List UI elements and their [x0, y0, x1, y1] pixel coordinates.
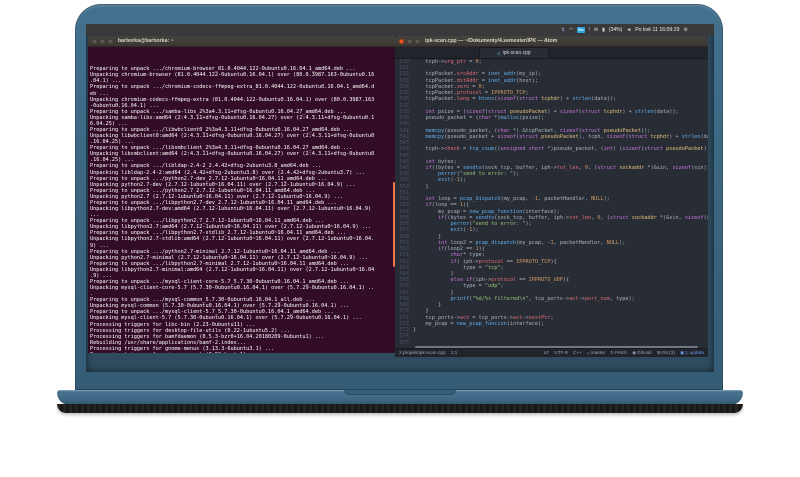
atom-status-bar: 2.projekt/ipk-scan.cpp 1:1 LF UTF-8 C++ ⑂ ma… [395, 348, 708, 357]
encoding-indicator[interactable]: UTF-8 [554, 351, 568, 356]
terminal-output-line: Unpacking libpython2.7-dev:amd64 (2.7.12… [90, 206, 372, 213]
terminal-output-line: Unpacking chromium-codecs-ffmpeg-extra (… [90, 96, 375, 103]
system-tray: ⇅ ◠ En! ✉ ▮ (34%) ◄ Po kvě 11 16:09:29 ⚙ [561, 27, 688, 33]
network-updown-icon[interactable]: ⇅ [561, 27, 565, 33]
atom-titlebar[interactable]: ipk-scan.cpp — ~/Dokumenty/4.semester/IP… [395, 36, 708, 47]
terminal-output-line: Processing triggers for mime-support (3.… [90, 352, 395, 353]
close-icon[interactable] [92, 38, 97, 44]
terminal-output-line: Unpacking libpython2.7-minimal:amd64 (2.… [90, 266, 375, 273]
minimize-icon[interactable] [100, 38, 105, 44]
code-line[interactable]: 575 [395, 340, 708, 346]
line-ending-indicator[interactable]: LF [544, 351, 550, 356]
volume-icon[interactable]: ◄ [626, 27, 631, 33]
github-button-icon: ◉ [632, 350, 636, 355]
git-changes-indicator-icon: ⊞ [656, 350, 661, 355]
terminal-output-line: Unpacking libsmbclient:amd64 (2:4.3.11+d… [90, 151, 375, 158]
laptop-base [57, 390, 743, 405]
code-text: } [413, 327, 417, 334]
maximize-icon[interactable] [415, 38, 420, 44]
file-path-indicator[interactable]: 2.projekt/ipk-scan.cpp [399, 351, 446, 356]
atom-title: ipk-scan.cpp — ~/Dokumenty/4.semester/IP… [425, 38, 558, 44]
update-available-badge-label: 1 update [685, 350, 704, 356]
code-line[interactable]: 542 memcpy(pseudo_packet + sizeof(struct… [395, 134, 708, 140]
tab-ipk-scan-cpp[interactable]: C ipk-scan.cpp [479, 47, 549, 58]
grammar-indicator[interactable]: C++ [573, 351, 582, 356]
cursor-position-indicator[interactable]: 1:1 [451, 351, 458, 356]
maximize-icon[interactable] [108, 38, 113, 44]
github-fetch-button-label: Fetch [615, 350, 628, 356]
git-branch-indicator-label: master [590, 350, 606, 356]
laptop-bottom-edge [57, 404, 743, 413]
terminal-output-line: Unpacking mysql-client-core-5.7 (5.7.30-… [90, 285, 375, 292]
mail-icon[interactable]: ✉ [594, 27, 598, 33]
code-text: printf("%d/%s filtered\n", tcp_ports->ac… [450, 295, 635, 302]
github-button[interactable]: ◉ GitHub [632, 350, 652, 356]
terminal-output-line: Unpacking chromium-browser (81.0.4044.12… [90, 72, 375, 79]
git-changes-indicator-label: Git (3) [661, 350, 676, 356]
terminal-output-line: Preparing to unpack .../chromium-codecs-… [90, 84, 375, 91]
code-text: } [413, 183, 429, 190]
code-text: memcpy(pseudo_packet + sizeof(struct pse… [425, 133, 709, 140]
code-text: tcph->check = tcp_csum((unsigned short *… [413, 146, 707, 153]
atom-tab-bar: C ipk-scan.cpp [395, 47, 708, 59]
code-editor[interactable]: 530 tcph->urg_ptr = 0; 531 532 tcpPacket.s… [395, 59, 708, 346]
git-branch-indicator[interactable]: ⑂ master [587, 351, 605, 356]
grammar-indicator-label: C++ [572, 350, 582, 356]
session-gear-icon[interactable]: ⚙ [684, 27, 688, 33]
github-fetch-button-icon: ↻ [610, 350, 615, 355]
tab-label: ipk-scan.cpp [502, 50, 531, 56]
battery-icon[interactable]: ▮ [602, 27, 605, 33]
code-text: my_pcap = new_pcap_funcion(interface); [413, 320, 545, 327]
terminal-output-line: Unpacking python2.7-dev (2.7.12-1ubuntu0… [90, 181, 356, 188]
update-available-badge-icon: ▣ [680, 350, 685, 355]
github-button-label: GitHub [637, 350, 652, 356]
terminal-output-line: Unpacking samba-libs:amd64 (2:4.3.11+dfs… [90, 114, 375, 121]
cpp-file-icon: C [497, 50, 501, 56]
notification-icon[interactable]: ! [589, 27, 590, 33]
github-fetch-button[interactable]: ↻ Fetch [610, 350, 627, 356]
ubuntu-top-panel: ⇅ ◠ En! ✉ ▮ (34%) ◄ Po kvě 11 16:09:29 ⚙ [86, 24, 714, 36]
code-text: pseudo_packet = (char *)malloc(psize); [413, 115, 545, 122]
code-text: tcpPacket.leng = htons(sizeof(struct tcp… [413, 96, 617, 103]
atom-editor-window: ipk-scan.cpp — ~/Dokumenty/4.semester/IP… [395, 36, 708, 357]
terminal-output-line: Unpacking libldap-2.4-2:amd64 (2.4.42+df… [90, 169, 365, 176]
laptop-thumb-notch [344, 390, 456, 395]
git-branch-indicator-icon: ⑂ [586, 350, 590, 356]
terminal-output-line: Unpacking libpython2.7-stdlib:amd64 (2.7… [90, 236, 375, 243]
minimize-icon[interactable] [407, 38, 412, 44]
close-icon[interactable] [399, 38, 404, 44]
terminal-output-line: Unpacking mysql-client-5.7 (5.7.30-0ubun… [90, 315, 362, 322]
code-line[interactable]: 544 tcph->check = tcp_csum((unsigned sho… [395, 146, 708, 152]
terminal-output[interactable]: Preparing to unpack .../chromium-browser… [88, 47, 395, 353]
clock[interactable]: Po kvě 11 16:09:29 [635, 27, 679, 33]
line-ending-indicator-label: LF [543, 350, 550, 356]
terminal-output-line: Unpacking python2.7-minimal (2.7.12-1ubu… [90, 254, 368, 261]
terminal-titlebar[interactable]: barborka@barborka: ~ [88, 36, 395, 47]
encoding-indicator-label: UTF-8 [554, 350, 568, 356]
terminal-window: barborka@barborka: ~ Preparing to unpack… [88, 36, 395, 354]
line-number: 575 [399, 339, 409, 346]
horizontal-scrollbar[interactable] [415, 346, 698, 348]
git-changes-indicator[interactable]: ⊞ Git (3) [657, 350, 675, 356]
laptop-mockup-scene: ⇅ ◠ En! ✉ ▮ (34%) ◄ Po kvě 11 16:09:29 ⚙ barbork… [0, 0, 800, 477]
update-available-badge[interactable]: ▣ 1 update [680, 350, 704, 356]
code-text: tcph->urg_ptr = 0; [413, 59, 482, 65]
terminal-output-line: Unpacking libwbclient0:amd64 (2:4.3.11+d… [90, 133, 375, 140]
ubuntu-desktop: ⇅ ◠ En! ✉ ▮ (34%) ◄ Po kvě 11 16:09:29 ⚙ barbork… [86, 24, 714, 372]
terminal-title: barborka@barborka: ~ [118, 38, 174, 44]
battery-label[interactable]: (34%) [609, 27, 622, 33]
wifi-icon[interactable]: ◠ [569, 27, 573, 33]
keyboard-layout-icon[interactable]: En [577, 27, 585, 33]
